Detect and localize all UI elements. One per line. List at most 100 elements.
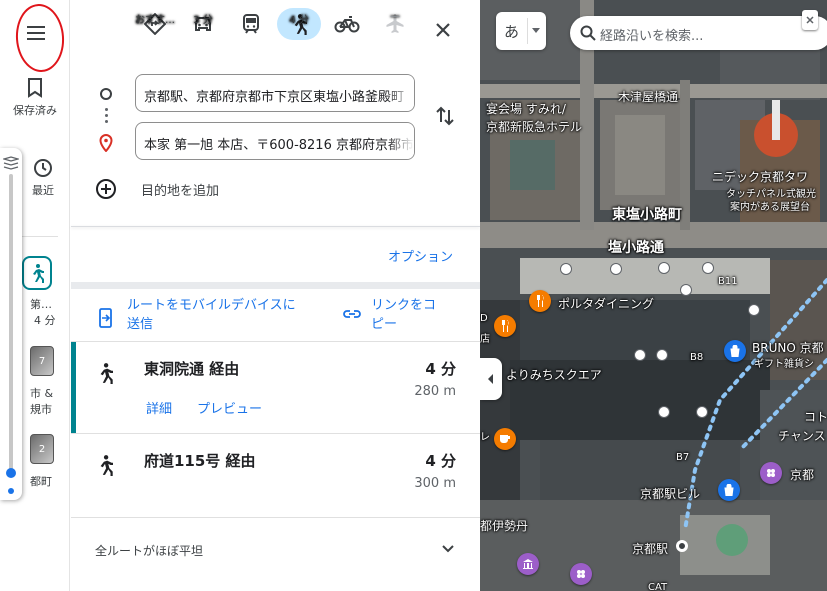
route-preview-link[interactable]: プレビュー	[197, 398, 262, 417]
bus-stop-marker[interactable]	[702, 262, 714, 274]
add-circle-icon	[96, 179, 116, 199]
grid-dots-icon	[767, 469, 775, 477]
close-icon	[436, 23, 450, 37]
send-to-mobile-line2: 送信	[127, 317, 154, 332]
input-method-button[interactable]: あ	[496, 12, 546, 50]
elevation-note-row[interactable]: 全ルートがほぼ平坦	[71, 517, 480, 577]
museum-icon	[523, 559, 533, 569]
route-distance: 280 m	[414, 384, 456, 399]
recent-place-label-2: 都町	[30, 475, 52, 488]
route-via: 東洞院通 経由	[144, 360, 240, 378]
layer-opacity-slider[interactable]	[0, 148, 22, 500]
bus-stop-marker[interactable]	[560, 263, 572, 275]
saved-button[interactable]: 保存済み	[0, 78, 70, 118]
recent-place-sublabel: 規市	[30, 403, 52, 416]
section-divider	[71, 226, 480, 227]
copy-link-line2: ピー	[371, 317, 398, 332]
mode-cycling[interactable]	[323, 8, 371, 64]
recent-place-badge-2: 2	[38, 443, 46, 455]
train-icon	[243, 14, 259, 34]
satellite-map[interactable]: あ 経路沿いを検索... 木津屋橋通 宴会場 すみれ/ 京都新阪急ホテル ニデッ…	[480, 0, 827, 591]
ime-dropdown-icon[interactable]	[532, 28, 540, 33]
destination-pin-icon	[99, 134, 113, 152]
slider-track[interactable]	[9, 174, 13, 470]
recent-place-thumb[interactable]: 7	[30, 346, 54, 376]
map-label-bruno: BRUNO 京都	[752, 341, 824, 355]
collapse-panel-button[interactable]	[480, 358, 502, 400]
send-to-mobile-button[interactable]: ルートをモバイルデバイスに 送信	[99, 296, 299, 334]
route-via: 府道115号 経由	[144, 452, 256, 470]
map-label-cat: CAT	[648, 582, 668, 591]
walk-icon	[100, 455, 113, 476]
attraction-pin[interactable]	[570, 563, 592, 585]
mode-recommended[interactable]: おすす…	[131, 8, 179, 64]
close-directions-button[interactable]	[431, 18, 455, 42]
map-label-banquet: 宴会場 すみれ/	[486, 102, 566, 116]
cafe-pin[interactable]	[494, 428, 516, 450]
museum-pin[interactable]	[517, 553, 539, 575]
search-placeholder: 経路沿いを検索...	[600, 29, 704, 44]
mode-car-label: 3 分	[193, 15, 213, 26]
bus-stop-marker[interactable]	[680, 284, 692, 296]
map-label-tower: ニデック京都タワ	[712, 170, 809, 184]
chevron-left-icon	[488, 374, 493, 384]
travel-mode-bar: おすす… 3 分 4 分 —	[71, 8, 480, 64]
mode-flight[interactable]: —	[371, 8, 419, 64]
options-link[interactable]: オプション	[388, 246, 453, 265]
add-destination-button[interactable]: 目的地を追加	[95, 176, 219, 202]
shopping-bag-icon	[730, 345, 740, 357]
recent-label: 最近	[32, 184, 54, 197]
recent-place-thumb-2[interactable]: 2	[30, 434, 54, 464]
search-icon	[580, 25, 596, 41]
bus-stop-marker[interactable]	[658, 262, 670, 274]
shopping-pin[interactable]	[718, 479, 740, 501]
elevation-note: 全ルートがほぼ平坦	[95, 544, 204, 558]
swap-route-button[interactable]	[433, 104, 457, 128]
walk-icon	[33, 264, 44, 283]
bicycle-icon	[334, 16, 360, 33]
search-along-route-input[interactable]: 経路沿いを検索...	[570, 16, 827, 50]
bus-stop-marker[interactable]	[696, 406, 708, 418]
origin-input[interactable]: 京都駅、京都府京都市下京区東塩小路釜殿町	[135, 74, 415, 112]
route-option-1[interactable]: 東洞院通 経由 4 分 280 m 詳細 プレビュー	[71, 341, 480, 433]
map-label-isetan: 都伊勢丹	[480, 519, 529, 533]
bus-stop-marker[interactable]	[658, 406, 670, 418]
route-inputs: 京都駅、京都府京都市下京区東塩小路釜殿町 本家 第一旭 本店、〒600-8216…	[71, 72, 480, 212]
destination-input[interactable]: 本家 第一旭 本店、〒600-8216 京都府京都市	[135, 122, 415, 160]
bus-stop-marker[interactable]	[634, 349, 646, 361]
map-label-chan: チャンス	[778, 429, 826, 443]
saved-label: 保存済み	[13, 104, 57, 117]
route-option-2[interactable]: 府道115号 経由 4 分 300 m	[71, 433, 480, 525]
route-time: 4 分	[425, 452, 456, 470]
layers-icon	[3, 156, 19, 170]
send-to-phone-icon	[99, 308, 112, 328]
map-label-touch2: 案内がある展望台	[730, 202, 810, 213]
origin-circle-icon	[100, 88, 112, 100]
station-marker[interactable]	[676, 540, 688, 552]
shopping-pin[interactable]	[724, 340, 746, 362]
mode-flight-label: —	[390, 11, 400, 22]
send-to-mobile-line1: ルートをモバイルデバイスに	[127, 298, 296, 313]
restaurant-pin[interactable]	[529, 290, 551, 312]
map-label-station: 京都駅	[632, 542, 669, 556]
map-label-yorimichi: よりみちスクエア	[506, 368, 602, 382]
bookmark-icon	[28, 78, 42, 98]
bus-stop-marker[interactable]	[748, 304, 760, 316]
slider-dot	[8, 488, 14, 494]
coffee-cup-icon	[500, 435, 510, 443]
mode-walking-label: 4 分	[289, 15, 309, 26]
mode-recommended-label: おすす…	[135, 15, 175, 26]
attraction-pin[interactable]	[760, 462, 782, 484]
route-details-link[interactable]: 詳細	[146, 398, 172, 417]
slider-handle[interactable]	[6, 468, 16, 478]
mode-walking[interactable]: 4 分	[275, 8, 323, 64]
restaurant-pin[interactable]	[494, 315, 516, 337]
mode-car[interactable]: 3 分	[179, 8, 227, 64]
mode-transit[interactable]	[227, 8, 275, 64]
map-corner-control[interactable]	[802, 10, 818, 30]
bus-stop-marker[interactable]	[610, 263, 622, 275]
copy-link-button[interactable]: リンクをコ ピー	[343, 296, 453, 334]
recent-walk-route[interactable]	[22, 256, 52, 290]
map-label-shiokoji: 塩小路通	[608, 240, 664, 256]
bus-stop-marker[interactable]	[656, 349, 668, 361]
